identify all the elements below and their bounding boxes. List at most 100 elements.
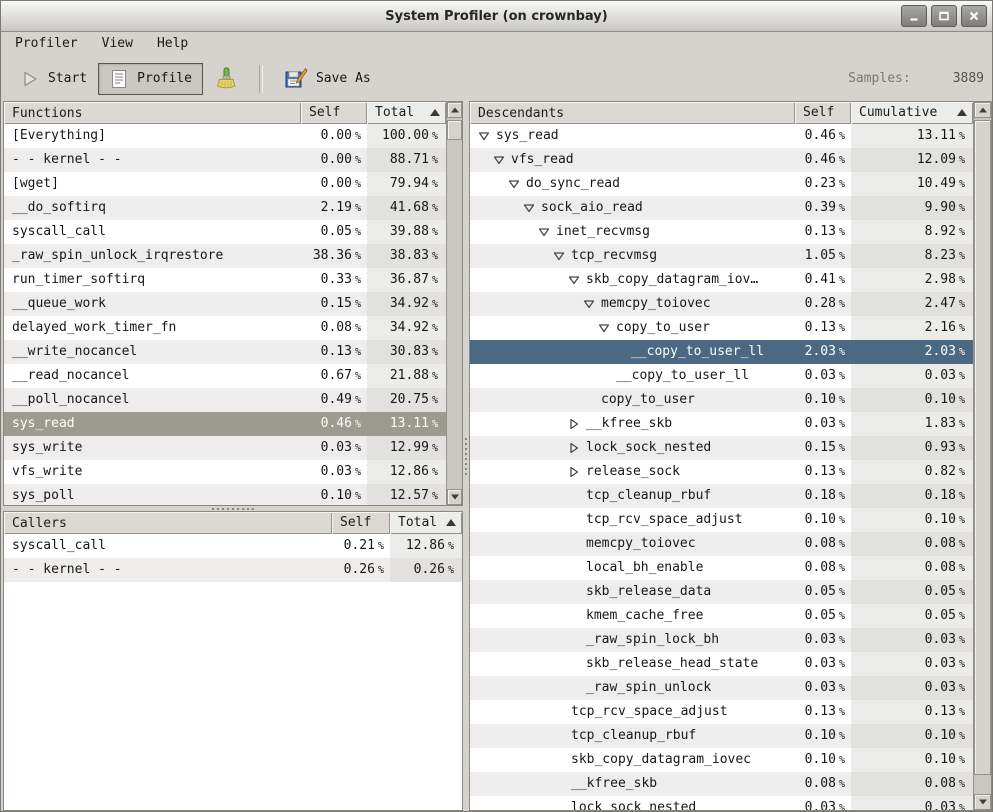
tree-collapse-icon[interactable] [508,178,520,190]
tree-collapse-icon[interactable] [583,298,595,310]
table-row[interactable]: tcp_cleanup_rbuf0.18%0.18% [470,484,973,508]
self-column-header[interactable]: Self [332,512,390,534]
tree-expand-icon[interactable] [568,442,580,454]
table-row[interactable]: release_sock0.13%0.82% [470,460,973,484]
table-row[interactable]: run_timer_softirq0.33%36.87% [4,268,446,292]
scroll-up-icon[interactable] [974,102,991,118]
scrollbar-thumb[interactable] [447,120,462,140]
table-row[interactable]: sys_poll0.10%12.57% [4,484,446,505]
table-row[interactable]: __queue_work0.15%34.92% [4,292,446,316]
descendants-scrollbar[interactable] [973,102,991,810]
menu-profiler[interactable]: Profiler [13,34,80,53]
table-row[interactable]: _raw_spin_unlock0.03%0.03% [470,676,973,700]
tree-collapse-icon[interactable] [538,226,550,238]
table-row[interactable]: memcpy_toiovec0.28%2.47% [470,292,973,316]
table-row[interactable]: vfs_read0.46%12.09% [470,148,973,172]
minimize-button[interactable] [901,5,927,27]
table-row[interactable]: kmem_cache_free0.05%0.05% [470,604,973,628]
scroll-down-icon[interactable] [447,489,462,505]
name-cell: __copy_to_user_ll [470,364,795,388]
table-row[interactable]: __poll_nocancel0.49%20.75% [4,388,446,412]
title-bar[interactable]: System Profiler (on crownbay) [1,1,992,32]
tree-collapse-icon[interactable] [523,202,535,214]
save-as-button[interactable]: Save As [273,61,382,97]
tree-expand-icon[interactable] [568,466,580,478]
table-row[interactable]: skb_release_data0.05%0.05% [470,580,973,604]
table-row[interactable]: sock_aio_read0.39%9.90% [470,196,973,220]
functions-column-header[interactable]: Functions [4,102,301,124]
table-row[interactable]: __copy_to_user_ll0.03%0.03% [470,364,973,388]
self-column-header[interactable]: Self [301,102,367,124]
self-percent: 0.13% [795,700,851,724]
table-row[interactable]: syscall_call0.05%39.88% [4,220,446,244]
profile-toggle-button[interactable]: Profile [98,63,203,95]
table-row[interactable]: lock_sock_nested0.03%0.03% [470,796,973,810]
callers-column-header[interactable]: Callers [4,512,332,534]
table-row[interactable]: skb_copy_datagram_iovec0.10%0.10% [470,748,973,772]
table-row[interactable]: syscall_call0.21%12.86% [4,534,462,558]
table-row[interactable]: __read_nocancel0.67%21.88% [4,364,446,388]
scroll-up-icon[interactable] [447,102,462,118]
table-row[interactable]: skb_release_head_state0.03%0.03% [470,652,973,676]
tree-collapse-icon[interactable] [478,130,490,142]
scroll-down-icon[interactable] [974,794,991,810]
self-percent: 2.03% [795,340,851,364]
table-row[interactable]: _raw_spin_lock_bh0.03%0.03% [470,628,973,652]
table-row[interactable]: vfs_write0.03%12.86% [4,460,446,484]
total-column-header[interactable]: Total [390,512,462,534]
descendants-column-header[interactable]: Descendants [470,102,795,124]
tree-collapse-icon[interactable] [493,154,505,166]
tree-expand-icon[interactable] [568,418,580,430]
percent-sign: % [959,203,965,214]
percent-sign: % [959,395,965,406]
menu-help[interactable]: Help [155,34,190,53]
total-column-header[interactable]: Total [367,102,446,124]
tree-collapse-icon[interactable] [553,250,565,262]
table-row[interactable]: memcpy_toiovec0.08%0.08% [470,532,973,556]
reset-button[interactable] [203,61,249,97]
table-row[interactable]: sys_write0.03%12.99% [4,436,446,460]
table-row[interactable]: tcp_cleanup_rbuf0.10%0.10% [470,724,973,748]
percent-sign: % [959,275,965,286]
table-row[interactable]: lock_sock_nested0.15%0.93% [470,436,973,460]
descendants-table: Descendants Self Cumulative sys_read0.46… [469,101,992,811]
table-row[interactable]: tcp_rcv_space_adjust0.13%0.13% [470,700,973,724]
table-row[interactable]: skb_copy_datagram_iov…0.41%2.98% [470,268,973,292]
table-row[interactable]: tcp_rcv_space_adjust0.10%0.10% [470,508,973,532]
self-column-header[interactable]: Self [795,102,851,124]
percent-sign: % [355,443,361,454]
table-row[interactable]: __write_nocancel0.13%30.83% [4,340,446,364]
tree-collapse-icon[interactable] [568,274,580,286]
table-row[interactable]: __copy_to_user_ll2.03%2.03% [470,340,973,364]
start-button[interactable]: Start [9,63,98,95]
table-row[interactable]: do_sync_read0.23%10.49% [470,172,973,196]
percent-sign: % [839,491,845,502]
percent-sign: % [432,371,438,382]
table-row[interactable]: - - kernel - -0.00%88.71% [4,148,446,172]
table-row[interactable]: inet_recvmsg0.13%8.92% [470,220,973,244]
table-row[interactable]: local_bh_enable0.08%0.08% [470,556,973,580]
cumulative-column-header[interactable]: Cumulative [851,102,973,124]
table-row[interactable]: __do_softirq2.19%41.68% [4,196,446,220]
table-row[interactable]: [Everything]0.00%100.00% [4,124,446,148]
functions-scrollbar[interactable] [446,102,462,505]
table-row[interactable]: delayed_work_timer_fn0.08%34.92% [4,316,446,340]
table-row[interactable]: __kfree_skb0.08%0.08% [470,772,973,796]
table-row[interactable]: _raw_spin_unlock_irqrestore38.36%38.83% [4,244,446,268]
table-row[interactable]: __kfree_skb0.03%1.83% [470,412,973,436]
table-row[interactable]: copy_to_user0.10%0.10% [470,388,973,412]
scrollbar-thumb[interactable] [974,120,991,775]
name-cell: skb_copy_datagram_iovec [470,748,795,772]
tree-collapse-icon[interactable] [598,322,610,334]
table-row[interactable]: sys_read0.46%13.11% [4,412,446,436]
table-row[interactable]: copy_to_user0.13%2.16% [470,316,973,340]
menu-view[interactable]: View [100,34,135,53]
table-row[interactable]: sys_read0.46%13.11% [470,124,973,148]
total-percent: 38.83% [367,244,446,268]
table-row[interactable]: [wget]0.00%79.94% [4,172,446,196]
table-row[interactable]: tcp_recvmsg1.05%8.23% [470,244,973,268]
percent-sign: % [959,683,965,694]
maximize-button[interactable] [931,5,957,27]
close-button[interactable] [961,5,987,27]
table-row[interactable]: - - kernel - -0.26%0.26% [4,558,462,582]
